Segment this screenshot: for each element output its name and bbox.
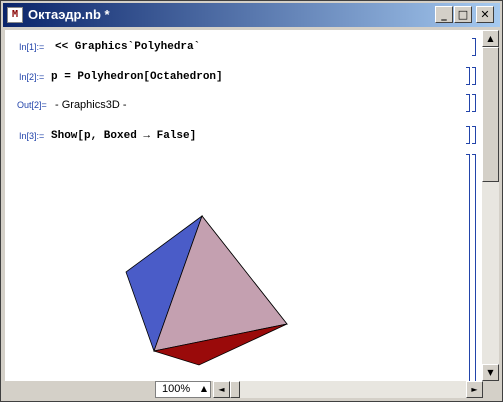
window-title: Октаэдр.nb * (28, 7, 110, 22)
scroll-right-button[interactable]: ► (466, 381, 483, 398)
status-bar: 100% ▲ ◄ ► (5, 381, 500, 398)
resize-grip-icon[interactable] (483, 381, 500, 398)
maximize-button[interactable]: □ (454, 6, 472, 23)
scroll-down-button[interactable]: ▼ (482, 364, 499, 381)
notebook-content[interactable]: In[1]:= << Graphics`Polyhedra` In[2]:= p… (5, 30, 482, 381)
title-bar[interactable]: M Октаэдр.nb * _ □ ✕ (3, 3, 500, 27)
scroll-up-button[interactable]: ▲ (482, 30, 499, 47)
scroll-left-button[interactable]: ◄ (213, 381, 230, 398)
minimize-button[interactable]: _ (435, 6, 453, 23)
horizontal-scrollbar[interactable]: ◄ ► (213, 381, 483, 398)
zoom-menu-arrow-icon[interactable]: ▲ (197, 381, 211, 398)
notebook-window: M Октаэдр.nb * _ □ ✕ In[1]:= << Graphics… (0, 0, 503, 402)
octahedron-graphic[interactable] (5, 30, 482, 381)
vertical-scrollbar[interactable]: ▲ ▼ (482, 30, 499, 381)
horizontal-scroll-thumb[interactable] (230, 381, 240, 398)
mathematica-notebook-icon[interactable]: M (7, 7, 23, 23)
close-button[interactable]: ✕ (476, 6, 494, 23)
vertical-scroll-thumb[interactable] (482, 47, 499, 182)
